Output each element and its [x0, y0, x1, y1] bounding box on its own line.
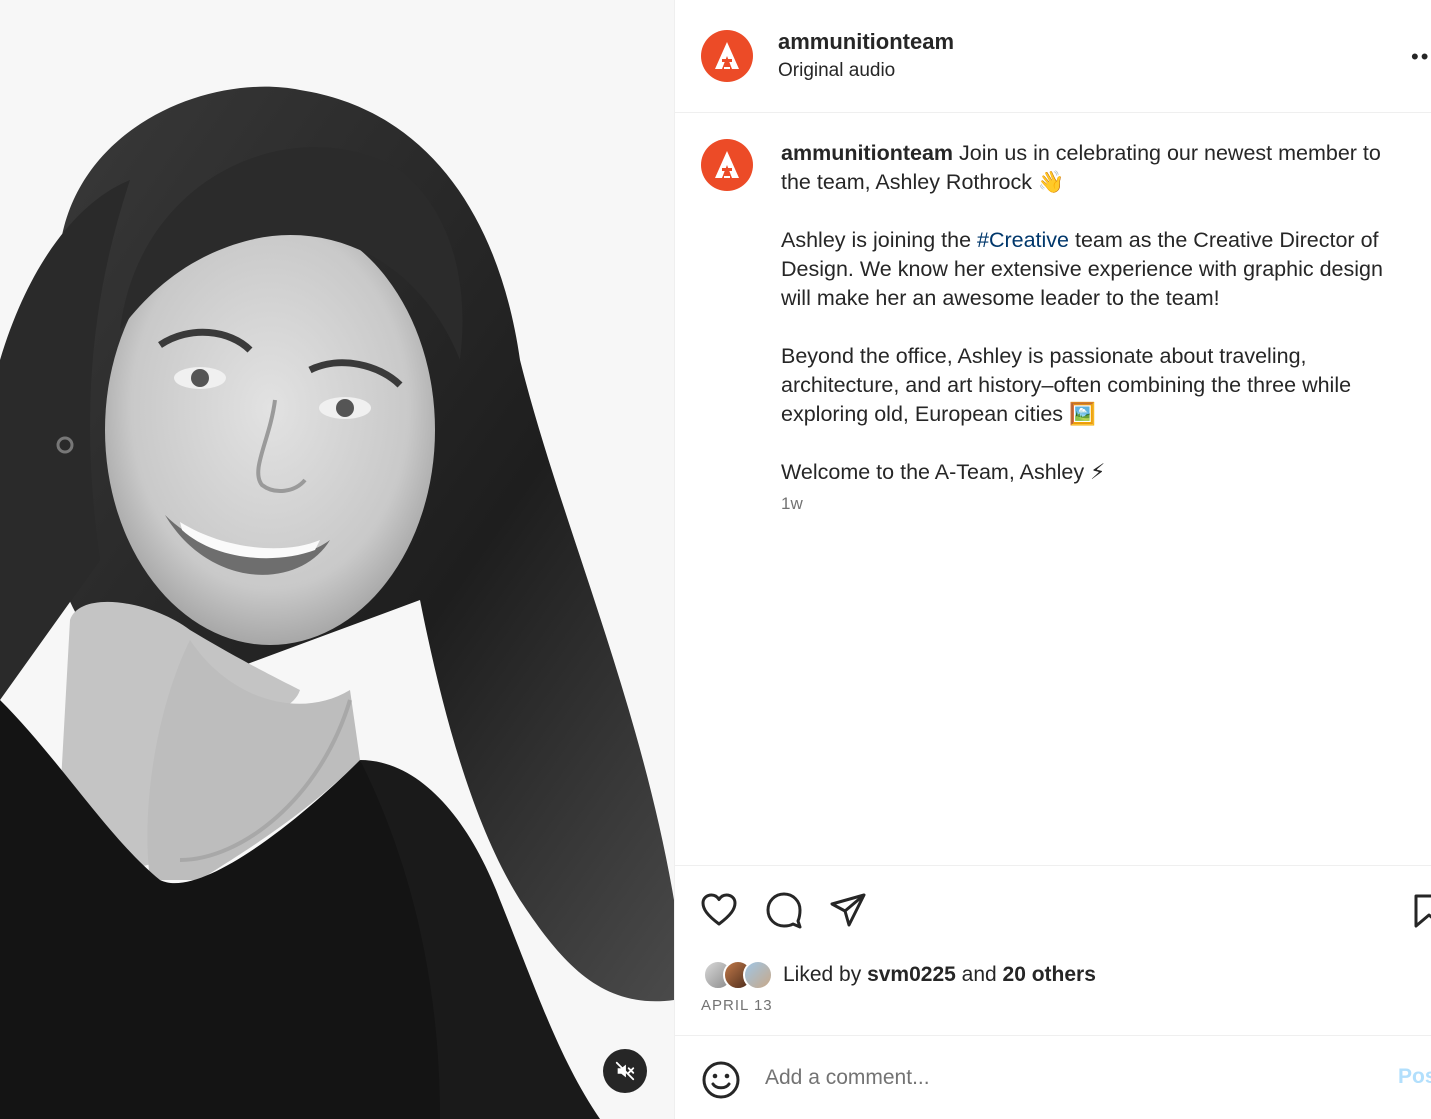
more-options-button[interactable]: •• [1411, 44, 1430, 70]
post-actions: Liked by svm0225 and 20 others APRIL 13 [675, 865, 1431, 1035]
caption-username[interactable]: ammunitionteam [781, 141, 953, 165]
comment-bar: Post [675, 1035, 1431, 1119]
hashtag-link[interactable]: #Creative [977, 228, 1069, 252]
caption-timestamp[interactable]: 1w [781, 494, 803, 514]
share-icon[interactable] [828, 890, 868, 930]
bookmark-icon[interactable] [1412, 890, 1431, 930]
caption-avatar[interactable] [701, 139, 753, 191]
ammunition-logo-icon [715, 42, 739, 69]
emoji-icon[interactable] [701, 1060, 741, 1100]
portrait-photo [0, 0, 674, 1119]
caption-paragraph-3: Beyond the office, Ashley is passionate … [781, 344, 1352, 426]
original-audio-link[interactable]: Original audio [778, 60, 895, 82]
heart-icon[interactable] [699, 890, 739, 930]
comment-icon[interactable] [764, 890, 804, 930]
caption-section: ammunitionteam Join us in celebrating ou… [675, 113, 1431, 865]
header-username[interactable]: ammunitionteam [778, 29, 954, 55]
liked-by-and: and [955, 963, 1003, 986]
post-caption: ammunitionteam Join us in celebrating ou… [781, 139, 1411, 516]
post-side-panel: ammunitionteam Original audio •• ammunit… [674, 0, 1431, 1119]
mute-toggle-button[interactable] [603, 1049, 647, 1093]
post-media[interactable] [0, 0, 674, 1119]
post-comment-button[interactable]: Post [1398, 1065, 1431, 1089]
ammunition-logo-icon [715, 151, 739, 178]
comment-input[interactable] [765, 1058, 1365, 1098]
caption-paragraph-4: Welcome to the A-Team, Ashley ⚡ [781, 460, 1106, 484]
liked-by-user-link[interactable]: svm0225 [867, 963, 956, 986]
likes-summary[interactable]: Liked by svm0225 and 20 others [703, 958, 1096, 992]
speaker-muted-icon [615, 1061, 635, 1081]
liker-avatar [743, 960, 773, 990]
likes-text: Liked by svm0225 and 20 others [783, 963, 1096, 987]
account-avatar[interactable] [701, 30, 753, 82]
post-header: ammunitionteam Original audio •• [675, 0, 1431, 113]
liked-by-others-link[interactable]: 20 others [1003, 963, 1096, 986]
post-date[interactable]: APRIL 13 [701, 997, 773, 1014]
liked-by-prefix: Liked by [783, 963, 868, 986]
caption-p2-before: Ashley is joining the [781, 228, 977, 252]
